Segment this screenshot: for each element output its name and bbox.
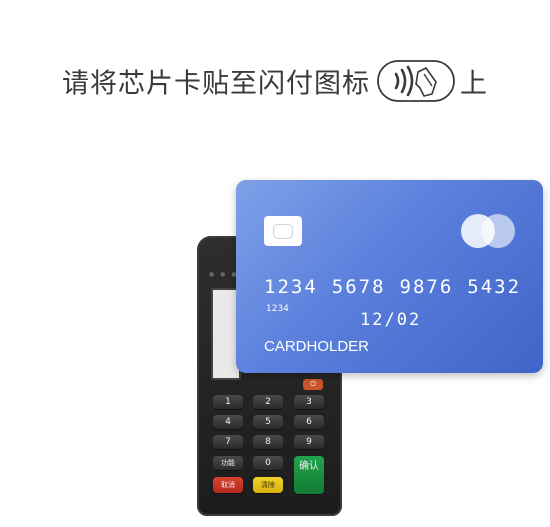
card-brand-circles-icon (461, 214, 515, 248)
key-1: 1 (213, 395, 243, 409)
key-clear: 清除 (253, 477, 283, 493)
chip-icon (264, 216, 302, 246)
card-number: 1234 5678 9876 5432 (264, 276, 535, 298)
card-number-group: 9876 (399, 276, 454, 298)
key-4: 4 (213, 415, 243, 429)
key-6: 6 (294, 415, 324, 429)
card-holder-name: CARDHOLDER (264, 338, 370, 355)
key-cancel: 取消 (213, 477, 243, 493)
power-icon: ⏻ (303, 379, 323, 390)
key-8: 8 (253, 435, 283, 449)
card-expiry: 12/02 (360, 310, 422, 330)
card-small-number: 1234 (266, 304, 289, 314)
key-7: 7 (213, 435, 243, 449)
key-9: 9 (294, 435, 324, 449)
card-number-group: 5678 (331, 276, 386, 298)
key-5: 5 (253, 415, 283, 429)
card-number-group: 5432 (467, 276, 522, 298)
card-number-group: 1234 (264, 276, 318, 298)
key-function: 功能 (213, 456, 243, 470)
key-2: 2 (253, 395, 283, 409)
key-3: 3 (294, 395, 324, 409)
key-0: 0 (253, 456, 283, 470)
key-confirm: 确认 (294, 456, 324, 494)
payment-illustration: ● ● ● ● ⏻ 1 2 3 4 5 6 7 8 9 功能 0 确认 取消 清… (0, 0, 550, 527)
bank-card: 1234 5678 9876 5432 1234 12/02 CARDHOLDER (236, 180, 543, 373)
